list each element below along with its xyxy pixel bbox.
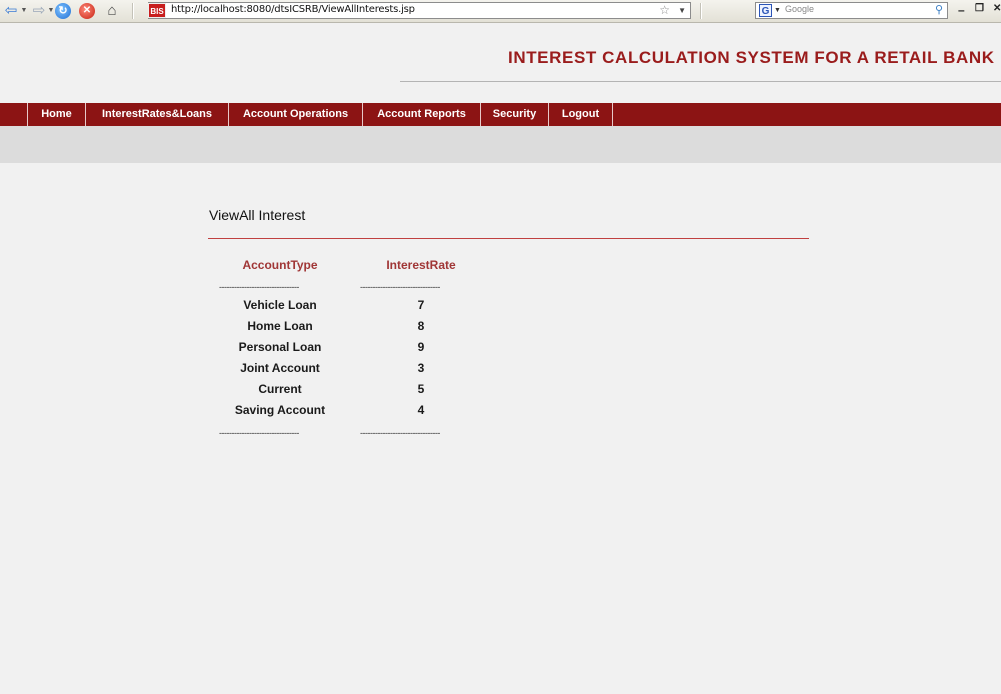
window-close-icon[interactable]: ✕ bbox=[993, 3, 1001, 14]
column-header-interest-rate: InterestRate bbox=[386, 258, 456, 272]
home-icon[interactable]: ⌂ bbox=[103, 3, 121, 19]
account-type-cell: Personal Loan bbox=[238, 340, 322, 354]
bookmark-star-icon[interactable]: ☆ bbox=[659, 3, 670, 18]
window-restore-icon[interactable]: ❐ bbox=[975, 3, 984, 14]
interest-rate-cell: 5 bbox=[417, 382, 425, 396]
nav-interest-rates-loans[interactable]: InterestRates&Loans bbox=[85, 103, 228, 126]
search-input[interactable]: Google bbox=[785, 4, 814, 14]
table-divider-top-left: -------------------------------- bbox=[219, 282, 299, 292]
interest-rate-cell: 9 bbox=[417, 340, 425, 354]
search-engine-icon[interactable]: G bbox=[759, 4, 772, 17]
nav-home[interactable]: Home bbox=[27, 103, 85, 126]
sub-nav-bar bbox=[0, 126, 1001, 163]
toolbar-separator bbox=[700, 3, 702, 19]
account-type-cell: Vehicle Loan bbox=[243, 298, 317, 312]
interest-rate-cell: 7 bbox=[417, 298, 425, 312]
interest-rate-cell: 8 bbox=[417, 319, 425, 333]
account-type-cell: Saving Account bbox=[234, 403, 326, 417]
nav-account-operations[interactable]: Account Operations bbox=[228, 103, 362, 126]
back-history-dropdown-icon[interactable]: ▼ bbox=[20, 3, 28, 19]
main-nav-bar: Home InterestRates&Loans Account Operati… bbox=[0, 103, 1001, 126]
forward-history-dropdown-icon[interactable]: ▼ bbox=[47, 3, 55, 19]
nav-account-reports[interactable]: Account Reports bbox=[362, 103, 480, 126]
table-divider-bottom-right: -------------------------------- bbox=[360, 428, 440, 438]
nav-logout[interactable]: Logout bbox=[548, 103, 612, 126]
page-title: ViewAll Interest bbox=[209, 207, 306, 223]
back-arrow-icon[interactable]: ⇦ bbox=[2, 3, 20, 19]
nav-security[interactable]: Security bbox=[480, 103, 548, 126]
column-header-account-type: AccountType bbox=[242, 258, 318, 272]
account-type-cell: Home Loan bbox=[247, 319, 313, 333]
window-minimize-icon[interactable]: – bbox=[958, 4, 965, 16]
search-bar[interactable]: G ▼ Google ⚲ bbox=[755, 2, 948, 19]
stop-icon[interactable]: ✕ bbox=[79, 3, 95, 19]
nav-end-divider bbox=[612, 103, 613, 126]
browser-toolbar: ⇦ ▼ ⇨ ▼ ↻ ✕ ⌂ BIS http://localhost:8080/… bbox=[0, 0, 1001, 23]
forward-arrow-icon[interactable]: ⇨ bbox=[30, 3, 48, 19]
address-bar[interactable]: BIS http://localhost:8080/dtsICSRB/ViewA… bbox=[148, 2, 691, 19]
site-title: INTEREST CALCULATION SYSTEM FOR A RETAIL… bbox=[508, 48, 995, 67]
account-type-cell: Joint Account bbox=[240, 361, 320, 375]
account-type-cell: Current bbox=[258, 382, 302, 396]
address-bar-url[interactable]: http://localhost:8080/dtsICSRB/ViewAllIn… bbox=[171, 4, 415, 15]
toolbar-separator bbox=[132, 3, 134, 19]
interest-rate-cell: 3 bbox=[417, 361, 425, 375]
header-divider bbox=[400, 81, 1001, 82]
reload-icon[interactable]: ↻ bbox=[55, 3, 71, 19]
search-magnifier-icon[interactable]: ⚲ bbox=[935, 3, 943, 18]
site-favicon-icon: BIS bbox=[148, 3, 166, 18]
table-divider-bottom-left: -------------------------------- bbox=[219, 428, 299, 438]
interest-rate-cell: 4 bbox=[417, 403, 425, 417]
url-history-dropdown-icon[interactable]: ▼ bbox=[678, 3, 686, 18]
search-engine-dropdown-icon[interactable]: ▼ bbox=[774, 3, 781, 18]
table-divider-top-right: -------------------------------- bbox=[360, 282, 440, 292]
heading-divider bbox=[208, 238, 809, 239]
